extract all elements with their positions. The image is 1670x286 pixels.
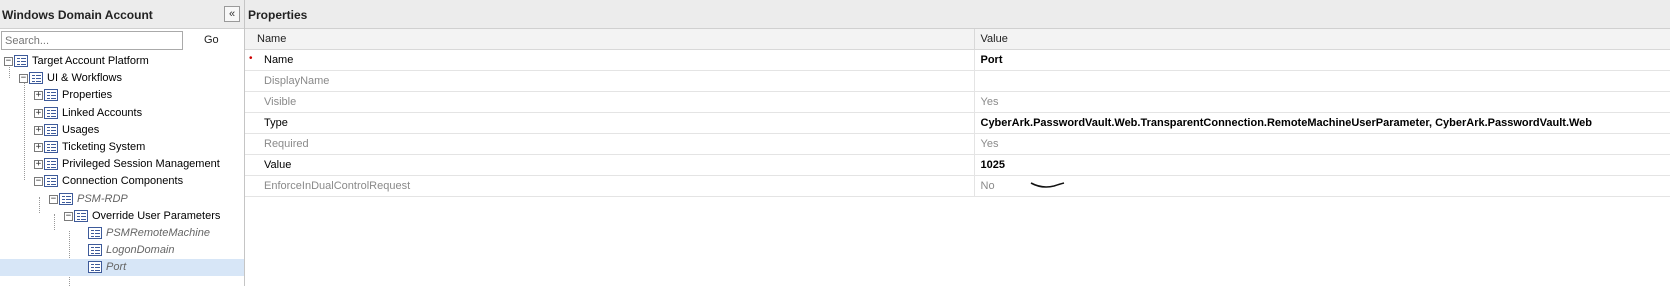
column-header-name[interactable]: Name [245, 29, 975, 50]
search-input[interactable] [1, 31, 183, 50]
tree-node-label: Target Account Platform [32, 55, 149, 67]
property-row[interactable]: EnforceInDualControlRequest No [245, 175, 1670, 197]
tree-node-icon [44, 89, 58, 101]
search-row: Go [0, 29, 244, 51]
tree-node-label: Usages [62, 124, 100, 136]
property-value-cell[interactable]: CyberArk.PasswordVault.Web.TransparentCo… [974, 112, 1670, 134]
property-name: EnforceInDualControlRequest [264, 180, 411, 192]
properties-table: Name Value • Name Port DisplayName Visible Ye… [245, 29, 1670, 197]
properties-panel: Properties Name Value • Name Port DisplayNa… [245, 0, 1670, 286]
tree-node-ui-workflows[interactable]: − UI & Workflows [0, 70, 244, 87]
tree-node-logondomain[interactable]: LogonDomain [0, 242, 244, 259]
collapse-panel-button[interactable]: « [224, 6, 240, 22]
property-value-cell[interactable]: Yes [974, 91, 1670, 113]
property-value: 1025 [980, 159, 1005, 171]
tree-node-icon [14, 55, 28, 67]
property-name: Value [264, 159, 292, 171]
tree-node-icon [59, 193, 73, 205]
expand-icon[interactable]: + [34, 109, 43, 118]
handwritten-underline-mark [1030, 182, 1065, 188]
properties-panel-title: Properties [248, 8, 308, 22]
tree-node-usages[interactable]: + Usages [0, 122, 244, 139]
property-name: Name [264, 54, 294, 66]
tree-node-psmremotemachine[interactable]: PSMRemoteMachine [0, 225, 244, 242]
tree-node-target-account-platform[interactable]: − Target Account Platform [0, 53, 244, 70]
collapse-icon[interactable]: − [19, 74, 28, 83]
property-value-cell[interactable]: No [974, 175, 1670, 197]
expand-icon[interactable]: + [34, 91, 43, 100]
table-header-row: Name Value [245, 29, 1670, 50]
expand-icon[interactable]: + [34, 160, 43, 169]
property-name: DisplayName [264, 75, 330, 87]
tree-node-ticketing-system[interactable]: + Ticketing System [0, 139, 244, 156]
tree-node-port[interactable]: Port [0, 259, 244, 276]
property-name: Visible [264, 96, 297, 108]
tree-node-icon [44, 107, 58, 119]
go-button[interactable]: Go [204, 34, 219, 46]
tree-node-properties[interactable]: + Properties [0, 87, 244, 104]
tree-panel-header: Windows Domain Account « [0, 0, 244, 29]
tree-node-icon [44, 124, 58, 136]
property-name-cell: Type [245, 112, 975, 134]
property-name-cell: • Name [245, 49, 975, 71]
property-name: Type [264, 117, 288, 129]
property-value: CyberArk.PasswordVault.Web.TransparentCo… [980, 117, 1593, 129]
tree-node-override-user-parameters[interactable]: − Override User Parameters [0, 208, 244, 225]
collapse-icon[interactable]: − [34, 177, 43, 186]
tree-node-label: Override User Parameters [92, 210, 221, 222]
property-value-cell[interactable]: Yes [974, 133, 1670, 155]
expand-icon[interactable]: + [34, 126, 43, 135]
tree-node-icon [88, 244, 102, 256]
tree-panel: Windows Domain Account « Go −Target Acco… [0, 0, 245, 286]
tree-node-label: Properties [62, 89, 113, 101]
tree-node-icon [44, 141, 58, 153]
property-value: Yes [980, 96, 999, 108]
tree-node-label: Ticketing System [62, 141, 146, 153]
required-marker-icon: • [249, 53, 253, 64]
column-header-value[interactable]: Value [974, 29, 1670, 50]
property-row[interactable]: Required Yes [245, 133, 1670, 155]
tree-node-label: UI & Workflows [47, 72, 122, 84]
property-value-cell[interactable] [974, 70, 1670, 92]
property-row[interactable]: Value 1025 [245, 154, 1670, 176]
property-value-cell[interactable]: 1025 [974, 154, 1670, 176]
property-row[interactable]: DisplayName [245, 70, 1670, 92]
collapse-icon[interactable]: − [4, 57, 13, 66]
tree-node-label: PSM-RDP [77, 193, 128, 205]
tree-node-icon [88, 261, 102, 273]
tree-node-icon [74, 210, 88, 222]
tree-panel-title: Windows Domain Account [2, 8, 153, 22]
property-name-cell: DisplayName [245, 70, 975, 92]
tree-node-label: Port [106, 261, 127, 273]
property-name-cell: Required [245, 133, 975, 155]
tree-node-psm-rdp[interactable]: − PSM-RDP [0, 191, 244, 208]
tree-node-connection-components[interactable]: − Connection Components [0, 173, 244, 190]
tree-node-icon [44, 158, 58, 170]
tree-node-label: Privileged Session Management [62, 158, 220, 170]
tree-node-privileged-session-management[interactable]: + Privileged Session Management [0, 156, 244, 173]
tree-node-label: PSMRemoteMachine [106, 227, 210, 239]
properties-panel-header: Properties [245, 0, 1670, 29]
expand-icon[interactable]: + [34, 143, 43, 152]
property-value: No [980, 180, 995, 192]
collapse-icon[interactable]: − [64, 212, 73, 221]
property-name-cell: Value [245, 154, 975, 176]
property-name-cell: Visible [245, 91, 975, 113]
property-name-cell: EnforceInDualControlRequest [245, 175, 975, 197]
property-value: Port [980, 54, 1003, 66]
tree-node-label: Connection Components [62, 175, 184, 187]
tree-node-icon [29, 72, 43, 84]
property-name: Required [264, 138, 309, 150]
collapse-icon[interactable]: − [49, 195, 58, 204]
tree-node-label: Linked Accounts [62, 107, 143, 119]
tree-node-icon [88, 227, 102, 239]
property-value-cell[interactable]: Port [974, 49, 1670, 71]
tree-node-linked-accounts[interactable]: + Linked Accounts [0, 105, 244, 122]
tree-node-icon [44, 175, 58, 187]
property-value: Yes [980, 138, 999, 150]
tree-node-label: LogonDomain [106, 244, 175, 256]
property-row[interactable]: Visible Yes [245, 91, 1670, 113]
property-row[interactable]: Type CyberArk.PasswordVault.Web.Transpare… [245, 112, 1670, 134]
property-row[interactable]: • Name Port [245, 49, 1670, 71]
